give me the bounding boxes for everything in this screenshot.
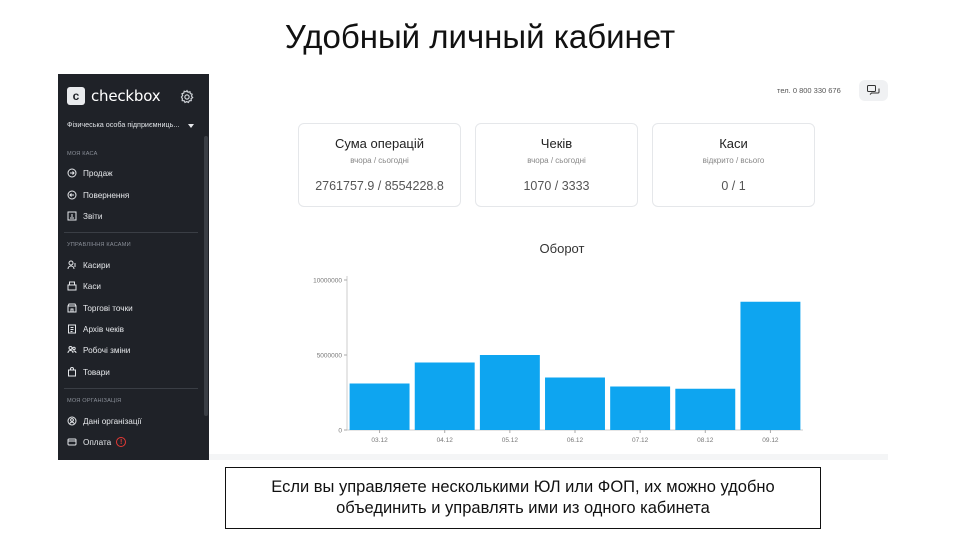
x-tick-label: 03.12 — [371, 437, 388, 444]
goods-icon — [68, 367, 76, 377]
divider — [64, 388, 198, 389]
x-tick-label: 08.12 — [697, 437, 714, 444]
sidebar-item-label: Касири — [83, 260, 111, 270]
reports-icon — [67, 211, 77, 221]
bar — [610, 386, 671, 430]
app-logo[interactable]: c checkbox — [67, 87, 161, 105]
sidebar-scrollbar[interactable] — [204, 136, 208, 416]
card-title: Каси — [719, 136, 748, 151]
sidebar-item-org-data[interactable]: Дані організації — [67, 416, 142, 426]
alert-icon: ! — [116, 437, 127, 447]
sidebar-item-label: Продаж — [83, 168, 113, 178]
card-value: 1070 / 3333 — [523, 179, 590, 193]
gear-icon[interactable] — [179, 89, 195, 105]
archive-icon — [68, 324, 76, 334]
chat-button[interactable] — [859, 80, 888, 101]
content-footer — [209, 454, 888, 460]
chat-icon — [867, 85, 880, 95]
payment-icon — [67, 438, 77, 446]
card-title: Сума операцій — [334, 136, 425, 151]
entity-selector[interactable]: Фізичеська особа підприємниць... — [67, 120, 182, 129]
section-label-my-register: МОЯ КАСА — [67, 151, 98, 157]
chevron-down-icon[interactable] — [188, 124, 194, 128]
cashiers-icon — [67, 260, 76, 270]
divider — [64, 232, 198, 233]
logo-mark: c — [67, 87, 85, 105]
sale-icon — [67, 168, 77, 178]
support-phone: тел. 0 800 330 676 — [777, 86, 841, 95]
sidebar-item-return[interactable]: Повернення — [67, 190, 129, 200]
chart-title: Оборот — [539, 241, 585, 256]
sidebar-item-payment[interactable]: Оплата ! — [67, 437, 127, 447]
sidebar-item-stores[interactable]: Торгові точки — [67, 303, 133, 313]
sidebar-item-goods[interactable]: Товари — [67, 367, 110, 377]
bar — [349, 383, 410, 430]
turnover-bar-chart: 0 5000000 10000000 03.12 04.12 05.12 06.12 07.1… — [313, 276, 803, 444]
bar — [545, 377, 605, 430]
slide-title: Удобный личный кабинет — [284, 18, 676, 55]
bar — [414, 362, 475, 430]
card-subtitle: вчора / сьогодні — [350, 156, 409, 165]
section-label-register-management: УПРАВЛІННЯ КАСАМИ — [67, 242, 131, 248]
card-subtitle: відкрито / всього — [702, 156, 765, 165]
y-tick-label: 5000000 — [317, 353, 343, 360]
x-tick-label: 09.12 — [762, 437, 779, 444]
registers-icon — [67, 281, 77, 291]
sidebar-item-label: Оплата — [83, 437, 112, 447]
card-title: Чеків — [540, 136, 573, 151]
stat-card-receipts: Чеків вчора / сьогодні 1070 / 3333 — [475, 123, 638, 207]
shifts-icon — [67, 346, 77, 354]
sidebar: c checkbox Фізичеська особа підприємниць… — [58, 74, 209, 460]
card-value: 0 / 1 — [721, 179, 746, 193]
stat-card-registers: Каси відкрито / всього 0 / 1 — [652, 123, 815, 207]
x-tick-label: 05.12 — [502, 437, 519, 444]
y-tick-label: 0 — [338, 428, 342, 435]
sidebar-item-archive[interactable]: Архів чеків — [67, 324, 124, 334]
sidebar-item-label: Дані організації — [83, 416, 142, 426]
sidebar-item-label: Робочі зміни — [83, 345, 131, 355]
slide-note: Если вы управляете несколькими ЮЛ или ФО… — [225, 467, 821, 529]
sidebar-item-label: Товари — [83, 367, 110, 377]
y-tick-label: 10000000 — [313, 278, 342, 285]
sidebar-item-label: Архів чеків — [83, 324, 125, 334]
bar — [479, 355, 540, 430]
section-label-my-organization: МОЯ ОРГАНІЗАЦІЯ — [67, 398, 122, 404]
stat-card-operations: Сума операцій вчора / сьогодні 2761757.9… — [298, 123, 461, 207]
x-tick-label: 06.12 — [567, 437, 584, 444]
bar — [675, 388, 736, 430]
return-icon — [67, 190, 77, 200]
sidebar-item-label: Торгові точки — [83, 303, 133, 313]
sidebar-item-shifts[interactable]: Робочі зміни — [67, 345, 130, 355]
sidebar-item-sale[interactable]: Продаж — [67, 168, 113, 178]
bar — [740, 301, 801, 430]
sidebar-item-label: Каси — [83, 281, 101, 291]
sidebar-item-reports[interactable]: Звіти — [67, 211, 102, 221]
stores-icon — [67, 303, 77, 313]
card-subtitle: вчора / сьогодні — [527, 156, 586, 165]
app-screenshot: c checkbox Фізичеська особа підприємниць… — [58, 74, 888, 460]
x-tick-label: 07.12 — [632, 437, 649, 444]
card-value: 2761757.9 / 8554228.8 — [315, 179, 444, 193]
sidebar-item-cashiers[interactable]: Касири — [67, 260, 110, 270]
x-tick-label: 04.12 — [437, 437, 454, 444]
sidebar-item-label: Повернення — [83, 190, 130, 200]
sidebar-item-label: Звіти — [83, 211, 103, 221]
org-data-icon — [67, 416, 77, 426]
logo-text: checkbox — [91, 87, 161, 105]
sidebar-item-registers[interactable]: Каси — [67, 281, 101, 291]
